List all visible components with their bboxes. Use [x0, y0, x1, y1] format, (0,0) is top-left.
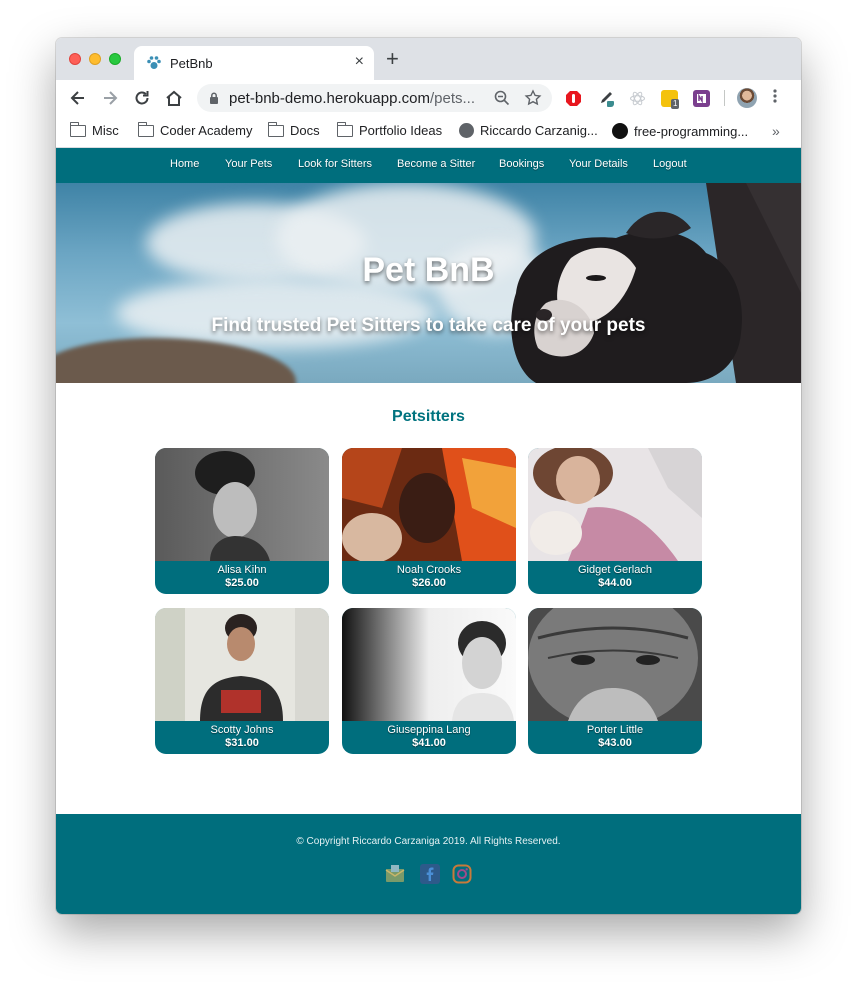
copyright-text: © Copyright Riccardo Carzaniga 2019. All…: [296, 836, 561, 847]
sitter-price: $43.00: [598, 737, 632, 749]
sitter-price: $25.00: [225, 577, 259, 589]
lock-icon: [210, 92, 218, 104]
bookmark-riccardo[interactable]: Riccardo Carzanig...: [459, 123, 598, 138]
bookmark-docs[interactable]: Docs: [267, 121, 320, 138]
notes-extension-icon[interactable]: 1: [661, 90, 680, 109]
bookmark-label: Docs: [290, 123, 320, 138]
more-bookmarks-icon[interactable]: »: [772, 123, 780, 139]
site-footer: © Copyright Riccardo Carzaniga 2019. All…: [56, 814, 801, 914]
sitter-photo: [342, 448, 516, 561]
bookmark-label: Coder Academy: [160, 123, 253, 138]
sitter-card[interactable]: Giuseppina Lang $41.00: [342, 608, 516, 754]
hero-subtitle: Find trusted Pet Sitters to take care of…: [211, 315, 646, 336]
nav-your-details[interactable]: Your Details: [569, 158, 628, 170]
paw-icon: [147, 56, 161, 69]
nav-look-for-sitters[interactable]: Look for Sitters: [298, 158, 372, 170]
react-devtools-icon[interactable]: [629, 90, 646, 107]
sitter-card[interactable]: Porter Little $43.00: [528, 608, 702, 754]
opera-extension-icon[interactable]: [565, 90, 582, 107]
active-tab[interactable]: PetBnb ×: [134, 46, 374, 80]
sitter-photo: [528, 608, 702, 721]
home-icon[interactable]: [164, 88, 184, 108]
nav-your-pets[interactable]: Your Pets: [225, 158, 272, 170]
sitter-price: $26.00: [412, 577, 446, 589]
tab-title: PetBnb: [170, 56, 213, 71]
hero-banner: Pet BnB Find trusted Pet Sitters to take…: [56, 183, 801, 383]
bookmark-label: Riccardo Carzanig...: [480, 123, 598, 138]
nav-logout[interactable]: Logout: [653, 158, 687, 170]
sitter-name: Giuseppina Lang: [387, 724, 471, 736]
more-options-icon[interactable]: [773, 88, 777, 104]
bookmark-label: Misc: [92, 123, 119, 138]
folder-icon: [137, 121, 154, 137]
address-bar[interactable]: pet-bnb-demo.herokuapp.com/pets...: [197, 84, 552, 112]
sitter-card[interactable]: Scotty Johns $31.00: [155, 608, 329, 754]
folder-icon: [267, 121, 284, 137]
zoom-icon[interactable]: [493, 89, 511, 107]
facebook-icon[interactable]: [420, 864, 440, 884]
sitter-card[interactable]: Gidget Gerlach $44.00: [528, 448, 702, 594]
sitter-photo: [528, 448, 702, 561]
browser-window: PetBnb × + pet-bnb-demo.herokuapp.com/pe…: [56, 38, 801, 914]
close-window-button[interactable]: [69, 53, 81, 65]
github-icon: [612, 123, 628, 139]
bookmark-free-programming[interactable]: free-programming...: [612, 123, 748, 139]
profile-avatar[interactable]: [737, 88, 757, 108]
globe-icon: [459, 123, 474, 138]
browser-toolbar: pet-bnb-demo.herokuapp.com/pets... 1: [56, 80, 801, 116]
minimize-window-button[interactable]: [89, 53, 101, 65]
bookmark-misc[interactable]: Misc: [69, 121, 119, 138]
tab-close-icon[interactable]: ×: [355, 53, 364, 71]
sitter-name: Noah Crooks: [396, 564, 462, 576]
tab-bar: PetBnb × +: [56, 38, 801, 80]
bookmark-star-icon[interactable]: [524, 89, 542, 107]
onenote-extension-icon[interactable]: [693, 90, 710, 107]
bookmark-label: Portfolio Ideas: [359, 123, 443, 138]
sitter-name: Porter Little: [586, 724, 644, 736]
sitter-price: $41.00: [412, 737, 446, 749]
sitter-price: $44.00: [598, 577, 632, 589]
bookmark-portfolio-ideas[interactable]: Portfolio Ideas: [336, 121, 443, 138]
nav-bookings[interactable]: Bookings: [499, 158, 544, 170]
url-host: pet-bnb-demo.herokuapp.com: [229, 90, 430, 107]
nav-home[interactable]: Home: [170, 158, 199, 170]
sitter-photo: [155, 448, 329, 561]
extension-badge: 1: [671, 99, 680, 109]
sitter-name: Alisa Kihn: [217, 564, 267, 576]
sitter-name: Scotty Johns: [210, 724, 274, 736]
page-content: Home Your Pets Look for Sitters Become a…: [56, 148, 801, 914]
instagram-icon[interactable]: [452, 864, 472, 884]
site-navbar: Home Your Pets Look for Sitters Become a…: [56, 148, 801, 183]
toolbar-separator: [724, 90, 725, 106]
section-title: Petsitters: [392, 408, 465, 425]
forward-icon[interactable]: [100, 88, 120, 108]
url-path: /pets...: [429, 90, 475, 107]
reload-icon[interactable]: [132, 88, 152, 108]
url-text: pet-bnb-demo.herokuapp.com/pets...: [229, 90, 487, 107]
back-icon[interactable]: [68, 88, 88, 108]
hero-title: Pet BnB: [362, 251, 495, 289]
bookmark-label: free-programming...: [634, 123, 749, 139]
folder-icon: [336, 121, 353, 137]
bookmark-coder-academy[interactable]: Coder Academy: [137, 121, 253, 138]
sitter-photo: [342, 608, 516, 721]
email-icon[interactable]: [385, 864, 405, 884]
nav-become-a-sitter[interactable]: Become a Sitter: [397, 158, 475, 170]
sitter-photo: [155, 608, 329, 721]
maximize-window-button[interactable]: [109, 53, 121, 65]
folder-icon: [69, 121, 86, 137]
eyedropper-extension-icon[interactable]: [597, 90, 614, 107]
bookmarks-bar: Misc Coder Academy Docs Portfolio Ideas …: [56, 116, 801, 148]
sitter-card[interactable]: Noah Crooks $26.00: [342, 448, 516, 594]
sitter-name: Gidget Gerlach: [578, 564, 652, 576]
sitter-price: $31.00: [225, 737, 259, 749]
sitter-card[interactable]: Alisa Kihn $25.00: [155, 448, 329, 594]
new-tab-button[interactable]: +: [386, 48, 399, 70]
